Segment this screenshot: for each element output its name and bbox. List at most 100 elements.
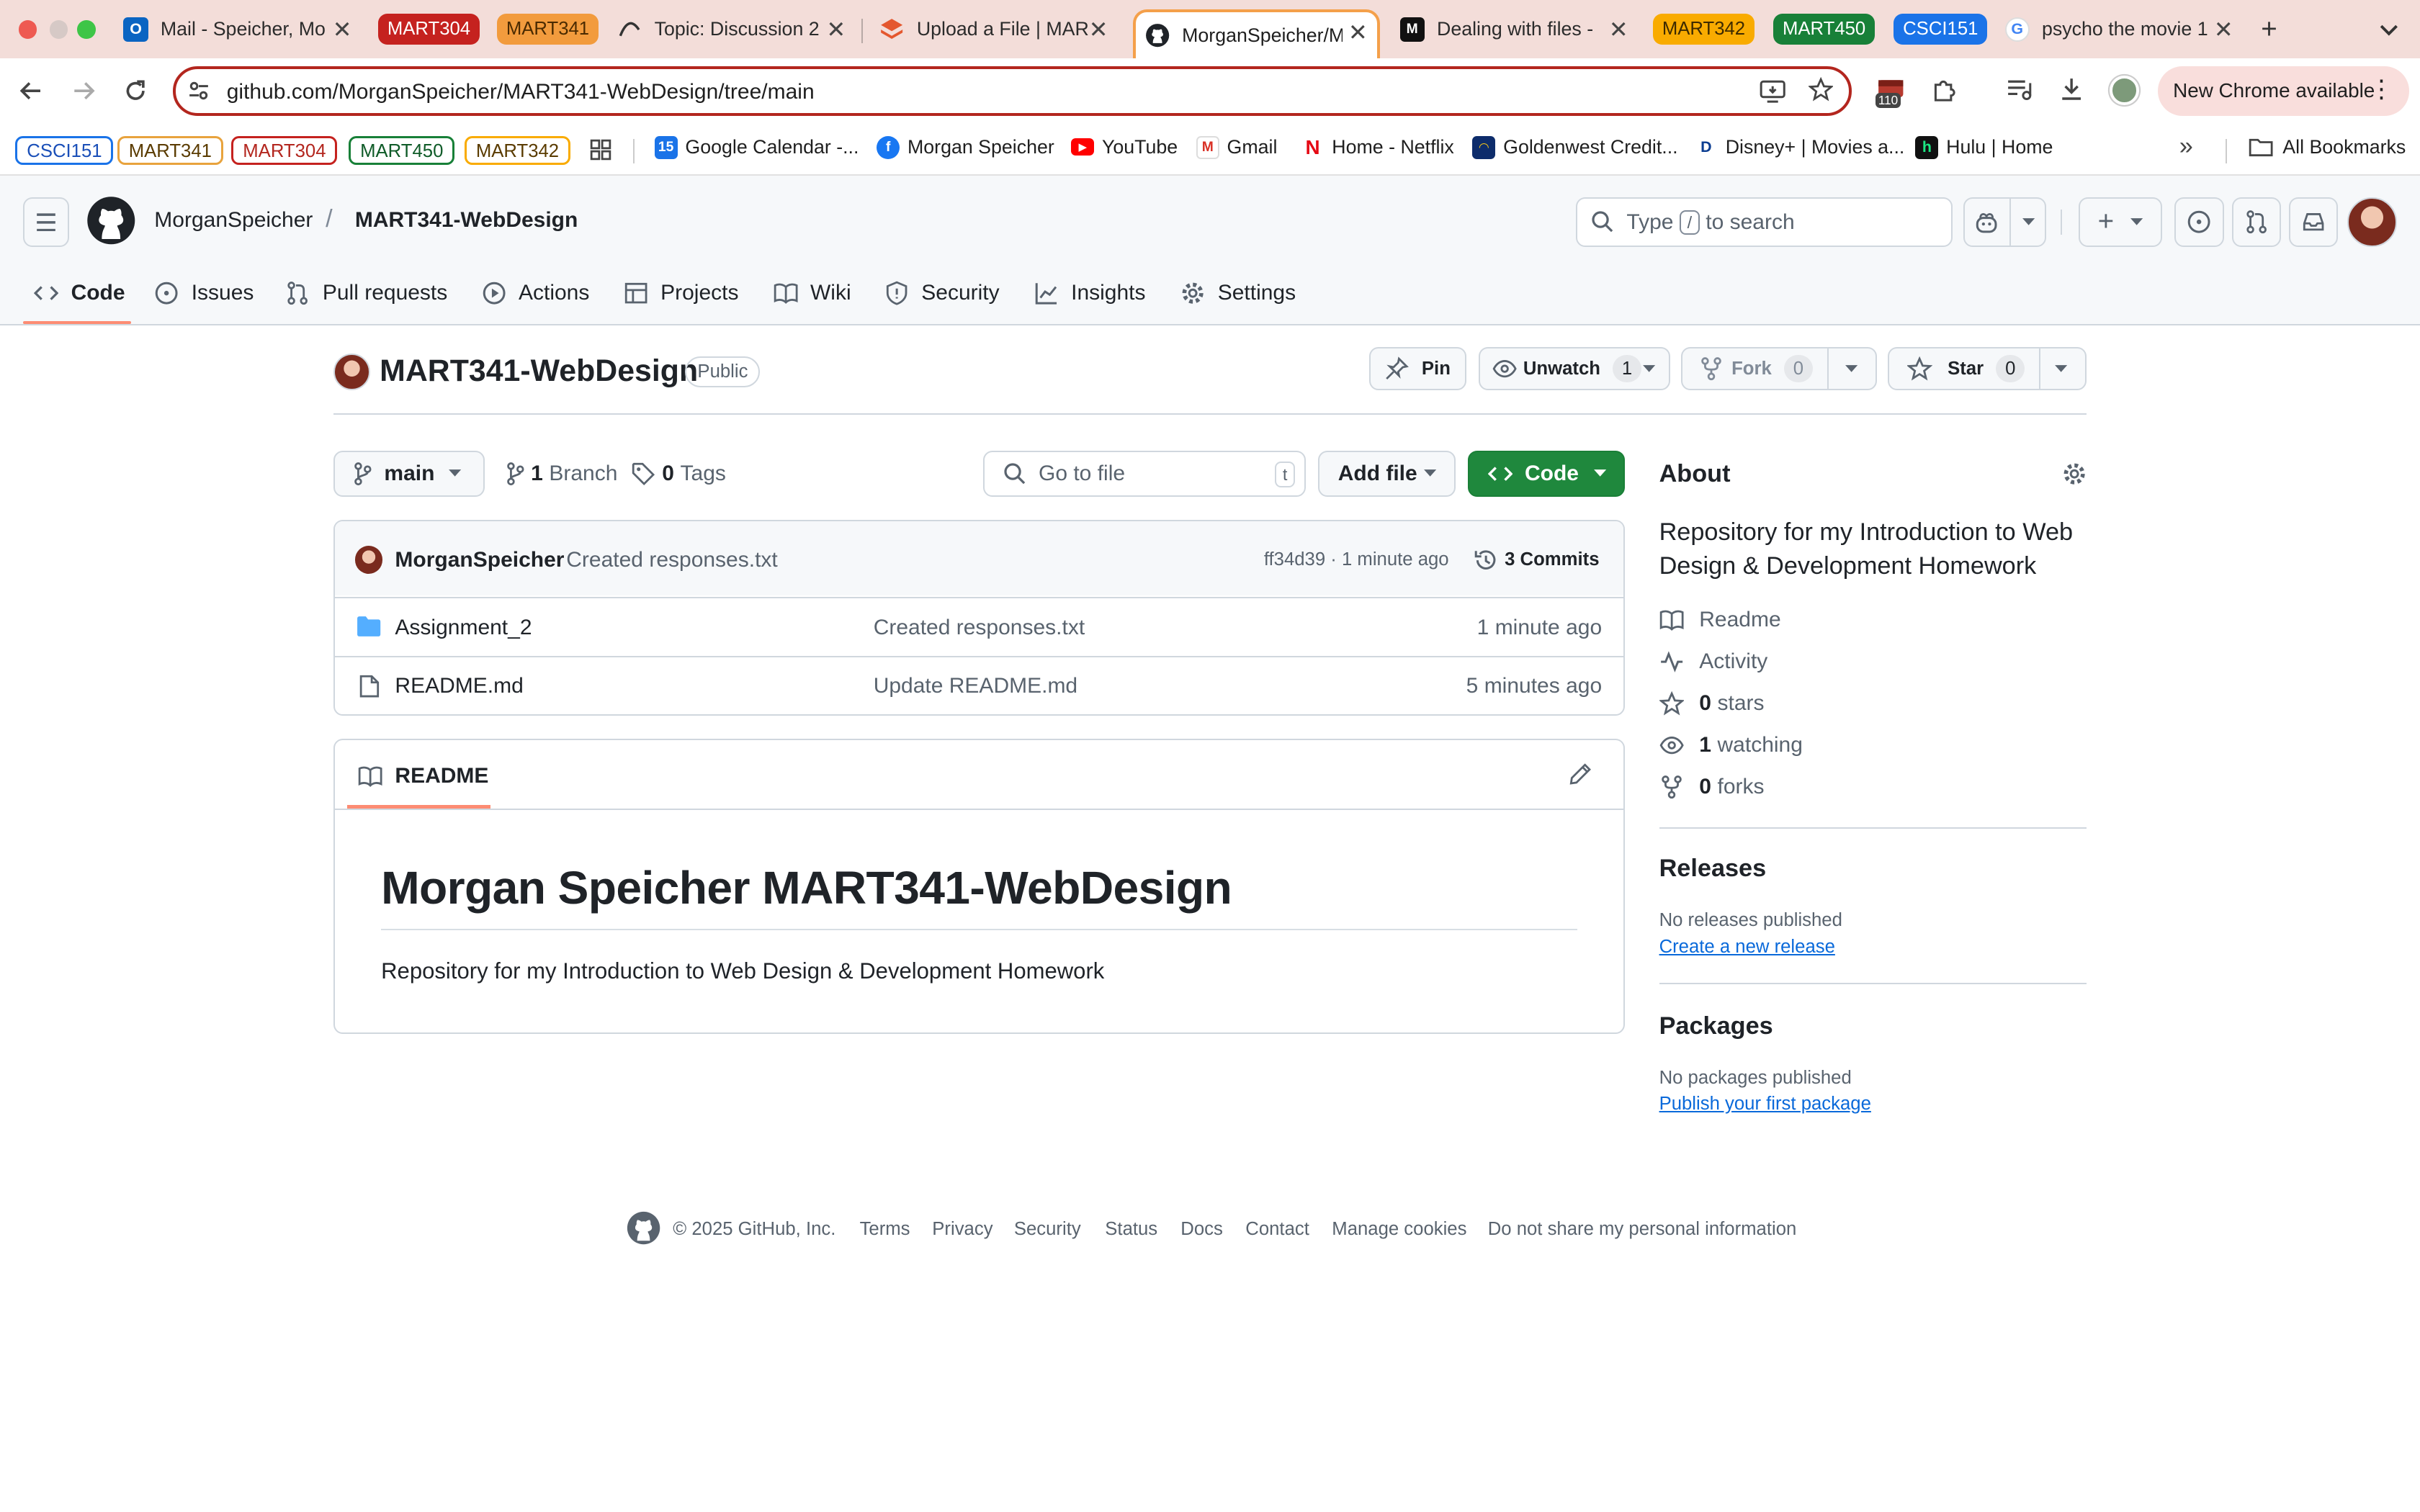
forks-link[interactable]: 0 forks <box>1659 775 1765 799</box>
bookmark-group[interactable]: MART341 <box>117 135 223 166</box>
unwatch-button[interactable]: Unwatch 1 <box>1478 347 1670 391</box>
tab-insights[interactable]: Insights <box>1034 278 1146 309</box>
address-bar[interactable]: github.com/MorganSpeicher/MART341-WebDes… <box>173 66 1852 116</box>
close-tab-icon[interactable]: ✕ <box>1089 17 1108 42</box>
tags-link[interactable]: 0 Tags <box>631 462 726 486</box>
commit-message[interactable]: Created responses.txt <box>566 548 777 572</box>
browser-tab[interactable]: Topic: Discussion 2 ✕ <box>617 9 846 50</box>
commit-author[interactable]: MorganSpeicher <box>395 548 564 572</box>
install-app-icon[interactable] <box>1760 78 1785 103</box>
minimize-window-button[interactable] <box>49 19 68 39</box>
releases-title[interactable]: Releases <box>1659 855 1767 883</box>
extensions-puzzle-icon[interactable] <box>1931 77 1957 103</box>
all-bookmarks-button[interactable]: All Bookmarks <box>2249 136 2406 158</box>
file-name[interactable]: Assignment_2 <box>395 616 532 640</box>
tab-issues[interactable]: Issues <box>154 278 254 309</box>
add-file-button[interactable]: Add file <box>1318 450 1456 497</box>
tab-code[interactable]: Code <box>34 278 125 309</box>
chevron-down-icon[interactable] <box>1845 364 1858 374</box>
packages-title[interactable]: Packages <box>1659 1012 1773 1040</box>
chevron-down-icon[interactable] <box>1642 364 1656 374</box>
pull-requests-button[interactable] <box>2231 197 2282 247</box>
tab-group-label[interactable]: MART304 <box>378 14 480 45</box>
bookmark-group[interactable]: MART304 <box>231 135 338 166</box>
downloads-icon[interactable] <box>2059 77 2084 102</box>
new-chrome-available-button[interactable]: New Chrome available ⋮ <box>2157 66 2409 116</box>
close-tab-icon[interactable]: ✕ <box>1609 17 1628 42</box>
search-input[interactable]: Type / to search <box>1575 197 1953 247</box>
menu-button[interactable] <box>23 197 70 247</box>
tab-pull-requests[interactable]: Pull requests <box>285 278 447 309</box>
fork-button[interactable]: Fork 0 <box>1680 347 1877 391</box>
reload-icon[interactable] <box>123 78 148 103</box>
footer-link-terms[interactable]: Terms <box>860 1219 910 1240</box>
site-info-icon[interactable] <box>188 80 210 102</box>
bookmark-item[interactable]: D Disney+ | Movies a... <box>1694 135 1904 159</box>
browser-tab[interactable]: O Mail - Speicher, Mo ✕ <box>123 9 352 50</box>
tab-group-label[interactable]: MART342 <box>1653 14 1754 45</box>
pencil-icon[interactable] <box>1568 762 1592 786</box>
footer-link-status[interactable]: Status <box>1105 1219 1157 1240</box>
inbox-button[interactable] <box>2288 197 2339 247</box>
readme-link[interactable]: Readme <box>1659 608 1781 632</box>
star-button[interactable]: Star 0 <box>1887 347 2087 391</box>
tab-group-label[interactable]: MART341 <box>497 14 599 45</box>
bookmark-item[interactable]: M Gmail <box>1196 135 1277 159</box>
bookmark-group[interactable]: MART450 <box>349 135 455 166</box>
file-commit-message[interactable]: Created responses.txt <box>874 616 1085 640</box>
commit-hash-time[interactable]: ff34d39 · 1 minute ago <box>1264 549 1449 570</box>
activity-link[interactable]: Activity <box>1659 649 1767 674</box>
watching-link[interactable]: 1 watching <box>1659 733 1803 757</box>
browser-tab[interactable]: G psycho the movie 1 ✕ <box>2004 9 2233 50</box>
tab-group-label[interactable]: CSCI151 <box>1894 14 1988 45</box>
github-logo-icon[interactable] <box>86 196 136 246</box>
github-footer-logo-icon[interactable] <box>627 1211 660 1245</box>
tab-actions[interactable]: Actions <box>482 278 589 309</box>
browser-tab-active[interactable]: MorganSpeicher/M ✕ <box>1132 9 1380 59</box>
footer-link-privacy[interactable]: Privacy <box>932 1219 992 1240</box>
tab-projects[interactable]: Projects <box>624 278 739 309</box>
table-row[interactable]: Assignment_2 Created responses.txt 1 min… <box>334 597 1624 655</box>
branches-link[interactable]: 1 Branch <box>506 462 617 486</box>
publish-package-link[interactable]: Publish your first package <box>1659 1094 1871 1115</box>
chevron-down-icon[interactable] <box>2054 364 2068 374</box>
apps-grid-icon[interactable] <box>590 139 611 161</box>
bookmark-item[interactable]: h Hulu | Home <box>1915 135 2053 159</box>
bookmark-item[interactable]: N Home - Netflix <box>1301 135 1454 159</box>
more-bookmarks-icon[interactable]: » <box>2179 132 2193 161</box>
footer-link-docs[interactable]: Docs <box>1180 1219 1223 1240</box>
tab-search-icon[interactable] <box>2377 19 2401 43</box>
bookmark-group[interactable]: MART342 <box>465 135 570 166</box>
bookmark-item[interactable]: f Morgan Speicher <box>877 135 1054 159</box>
footer-link-manage-cookies[interactable]: Manage cookies <box>1332 1219 1466 1240</box>
readme-tab[interactable]: README <box>358 764 488 788</box>
close-tab-icon[interactable]: ✕ <box>2214 17 2233 42</box>
tab-settings[interactable]: Settings <box>1180 278 1296 309</box>
tab-security[interactable]: Security <box>884 278 1000 309</box>
chrome-menu-icon[interactable]: ⋮ <box>2369 77 2393 102</box>
maximize-window-button[interactable] <box>77 19 96 39</box>
create-release-link[interactable]: Create a new release <box>1659 937 1835 958</box>
media-queue-icon[interactable] <box>2007 78 2033 102</box>
repo-owner-avatar[interactable] <box>333 353 371 391</box>
forward-icon[interactable] <box>71 78 96 103</box>
go-to-file-input[interactable]: Go to file t <box>983 450 1306 497</box>
tab-group-label[interactable]: MART450 <box>1773 14 1876 45</box>
repo-title[interactable]: MART341-WebDesign <box>380 354 698 389</box>
stars-link[interactable]: 0 stars <box>1659 691 1765 716</box>
file-commit-message[interactable]: Update README.md <box>874 674 1077 698</box>
close-tab-icon[interactable]: ✕ <box>826 17 846 42</box>
owner-link[interactable]: MorganSpeicher <box>154 208 313 233</box>
bookmark-star-icon[interactable] <box>1809 76 1834 102</box>
back-icon[interactable] <box>19 78 43 103</box>
gear-icon[interactable] <box>2062 462 2087 486</box>
table-row[interactable]: README.md Update README.md 5 minutes ago <box>334 655 1624 714</box>
bookmark-group[interactable]: CSCI151 <box>15 135 114 166</box>
close-window-button[interactable] <box>18 19 37 39</box>
commit-author-avatar[interactable] <box>354 546 383 574</box>
footer-link-do-not-share[interactable]: Do not share my personal information <box>1488 1219 1797 1240</box>
browser-tab[interactable]: M Dealing with files - ✕ <box>1399 9 1628 50</box>
browser-tab[interactable]: Upload a File | MAR ✕ <box>879 9 1108 50</box>
commits-link[interactable]: 3 Commits <box>1474 548 1600 572</box>
code-button[interactable]: Code <box>1467 450 1626 497</box>
